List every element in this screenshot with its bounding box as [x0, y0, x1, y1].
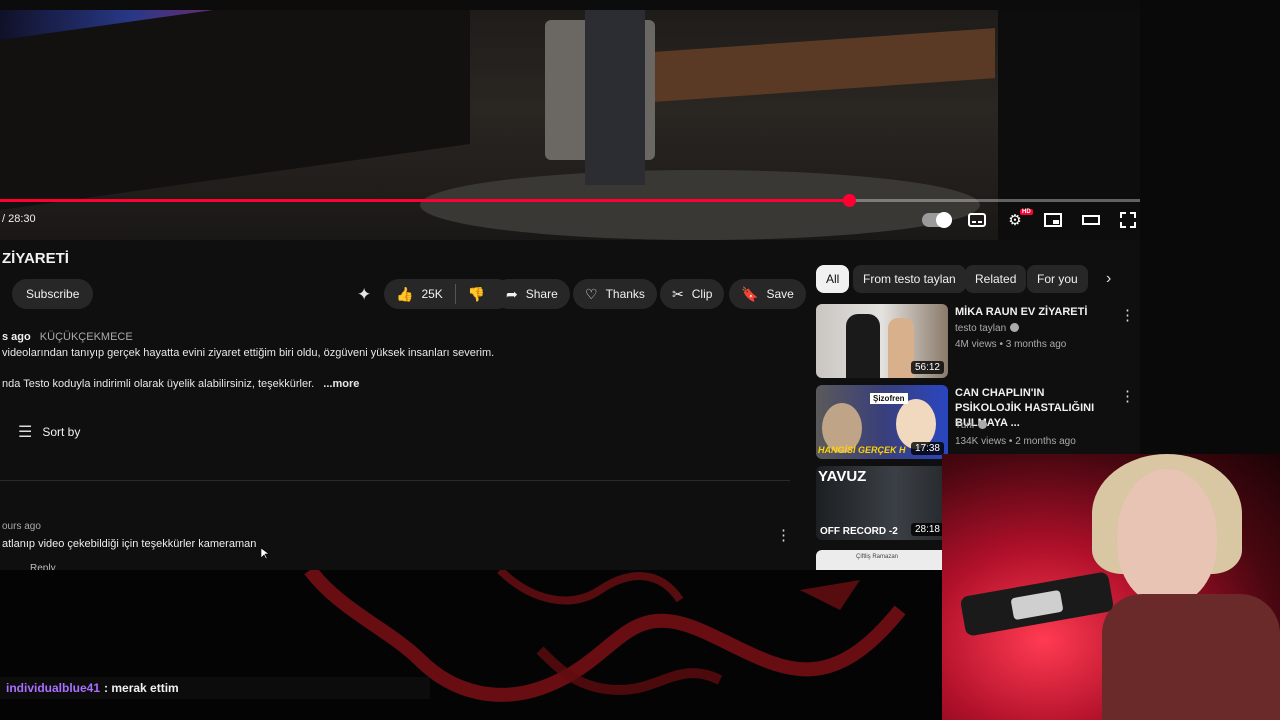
webcam-body — [1102, 594, 1280, 720]
theater-icon — [1082, 215, 1100, 225]
location-tag[interactable]: KÜÇÜKÇEKMECE — [40, 331, 133, 343]
video-frame-stand — [0, 0, 470, 211]
fullscreen-icon — [1120, 212, 1136, 228]
hd-badge: HD — [1020, 209, 1033, 215]
recommendation-meta: 134K views • 2 months ago — [955, 436, 1076, 447]
thumb-caption: Çiftliş Ramazan — [856, 554, 899, 560]
recommendation-title[interactable]: MİKA RAUN EV ZİYARETİ — [955, 305, 1105, 320]
chip-for-you[interactable]: For you — [1027, 265, 1088, 293]
video-title: ZİYARETİ — [2, 250, 69, 267]
thumb-banner: OFF RECORD -2 — [820, 526, 898, 537]
verified-icon — [978, 420, 988, 429]
sort-by-button[interactable]: ☰ Sort by — [18, 422, 80, 442]
subtitles-button[interactable] — [965, 209, 989, 231]
clip-label: Clip — [691, 287, 713, 301]
heart-dollar-icon: ♡ — [585, 285, 598, 302]
comment-time: ours ago — [2, 521, 41, 532]
description-line-1: videolarından tanıyıp gerçek hayatta evi… — [2, 347, 495, 359]
recommendation-meta: 4M views • 3 months ago — [955, 339, 1067, 350]
like-count[interactable]: 25K — [421, 287, 442, 301]
browser-top-edge — [0, 0, 1140, 10]
recommendation-thumbnail[interactable]: 56:12 — [816, 304, 948, 378]
chat-text: : merak ettim — [104, 681, 179, 695]
share-label: Share — [525, 287, 558, 301]
sort-label: Sort by — [42, 425, 81, 439]
video-frame-edge — [998, 0, 1140, 240]
chat-username: individualblue41 — [6, 681, 101, 695]
thumb-banner: HANGİSİ GERÇEK H — [818, 445, 906, 455]
webcam-feed — [942, 454, 1280, 720]
theater-mode-button[interactable] — [1079, 209, 1103, 231]
miniplayer-icon — [1044, 213, 1062, 227]
time-display: / 28:30 — [2, 213, 36, 225]
thumbs-up-icon[interactable]: 👍 — [396, 286, 413, 303]
chip-all[interactable]: All — [816, 265, 850, 293]
recommendation-item[interactable]: Şizofren HANGİSİ GERÇEK H 17:38 CAN CHAP… — [816, 385, 1136, 461]
autoplay-toggle[interactable] — [922, 212, 952, 228]
video-frame-rug — [420, 170, 980, 240]
duration-badge: 56:12 — [910, 361, 944, 374]
progress-bar[interactable] — [0, 194, 1140, 207]
verified-icon — [1010, 323, 1020, 332]
recommendation-item[interactable]: 56:12 MİKA RAUN EV ZİYARETİ testo taylan… — [816, 304, 1136, 380]
video-player[interactable]: / 28:30 ⚙ HD — [0, 0, 1140, 240]
channel-name[interactable]: Tuni — [955, 420, 974, 431]
subscribe-button[interactable]: Subscribe — [12, 279, 94, 309]
save-label: Save — [766, 287, 794, 301]
description-meta: s ago KÜÇÜKÇEKMECE — [2, 331, 133, 343]
comment-text: atlanıp video çekebildiği için teşekkürl… — [2, 538, 257, 550]
chip-related[interactable]: Related — [965, 265, 1027, 293]
recommendation-channel: testo taylan — [955, 323, 1020, 334]
recommendation-channel: Tuni — [955, 420, 988, 431]
comment-menu-icon[interactable]: ⋮ — [776, 526, 791, 544]
upload-age: s ago — [2, 331, 31, 343]
recommendation-thumbnail[interactable]: Şizofren HANGİSİ GERÇEK H 17:38 — [816, 385, 948, 459]
sort-icon: ☰ — [18, 424, 33, 441]
description-line-2: nda Testo koduyla indirimli olarak üyeli… — [2, 378, 359, 390]
mouse-cursor-icon — [261, 548, 269, 560]
save-button[interactable]: 🔖 Save — [729, 279, 806, 309]
webcam-face — [1117, 469, 1217, 604]
thanks-button[interactable]: ♡ Thanks — [573, 279, 657, 309]
duration-badge: 28:18 — [910, 523, 944, 536]
description-line-2-text: nda Testo koduyla indirimli olarak üyeli… — [2, 378, 315, 390]
thanks-label: Thanks — [605, 287, 645, 301]
subtitles-icon — [968, 213, 986, 227]
thumb-person-1 — [846, 314, 880, 378]
miniplayer-button[interactable] — [1041, 209, 1065, 231]
recommendation-thumbnail[interactable]: YAVUZ OFF RECORD -2 28:18 — [816, 466, 948, 540]
chip-from-channel[interactable]: From testo taylan — [853, 265, 966, 293]
chat-message: individualblue41 : merak ettim — [0, 677, 430, 699]
recommendation-menu-icon[interactable]: ⋮ — [1120, 306, 1135, 324]
like-divider — [454, 284, 456, 304]
fullscreen-button[interactable] — [1116, 209, 1140, 231]
share-icon: ➦ — [506, 285, 518, 302]
more-link[interactable]: ...more — [323, 378, 359, 390]
thumb-caption: Şizofren — [870, 393, 908, 404]
ask-sparkle-icon[interactable]: ✦ — [357, 285, 371, 305]
recommendation-menu-icon[interactable]: ⋮ — [1120, 387, 1135, 405]
duration-badge: 17:38 — [910, 442, 944, 455]
recommendation-thumbnail[interactable]: Çiftliş Ramazan — [816, 550, 948, 570]
progress-played — [0, 199, 850, 202]
scissors-icon: ✂ — [672, 285, 684, 302]
thumbs-down-icon[interactable]: 👎 — [468, 286, 485, 303]
thumb-caption: YAVUZ — [818, 468, 867, 485]
video-frame-person — [585, 0, 645, 185]
bookmark-icon: 🔖 — [741, 285, 759, 302]
comments-divider — [0, 480, 790, 481]
share-button[interactable]: ➦ Share — [494, 279, 570, 309]
video-frame-table — [655, 28, 995, 102]
like-dislike-group: 👍 25K 👎 — [384, 279, 512, 309]
channel-name[interactable]: testo taylan — [955, 323, 1006, 334]
chevron-right-icon[interactable]: › — [1106, 270, 1111, 288]
clip-button[interactable]: ✂ Clip — [660, 279, 725, 309]
